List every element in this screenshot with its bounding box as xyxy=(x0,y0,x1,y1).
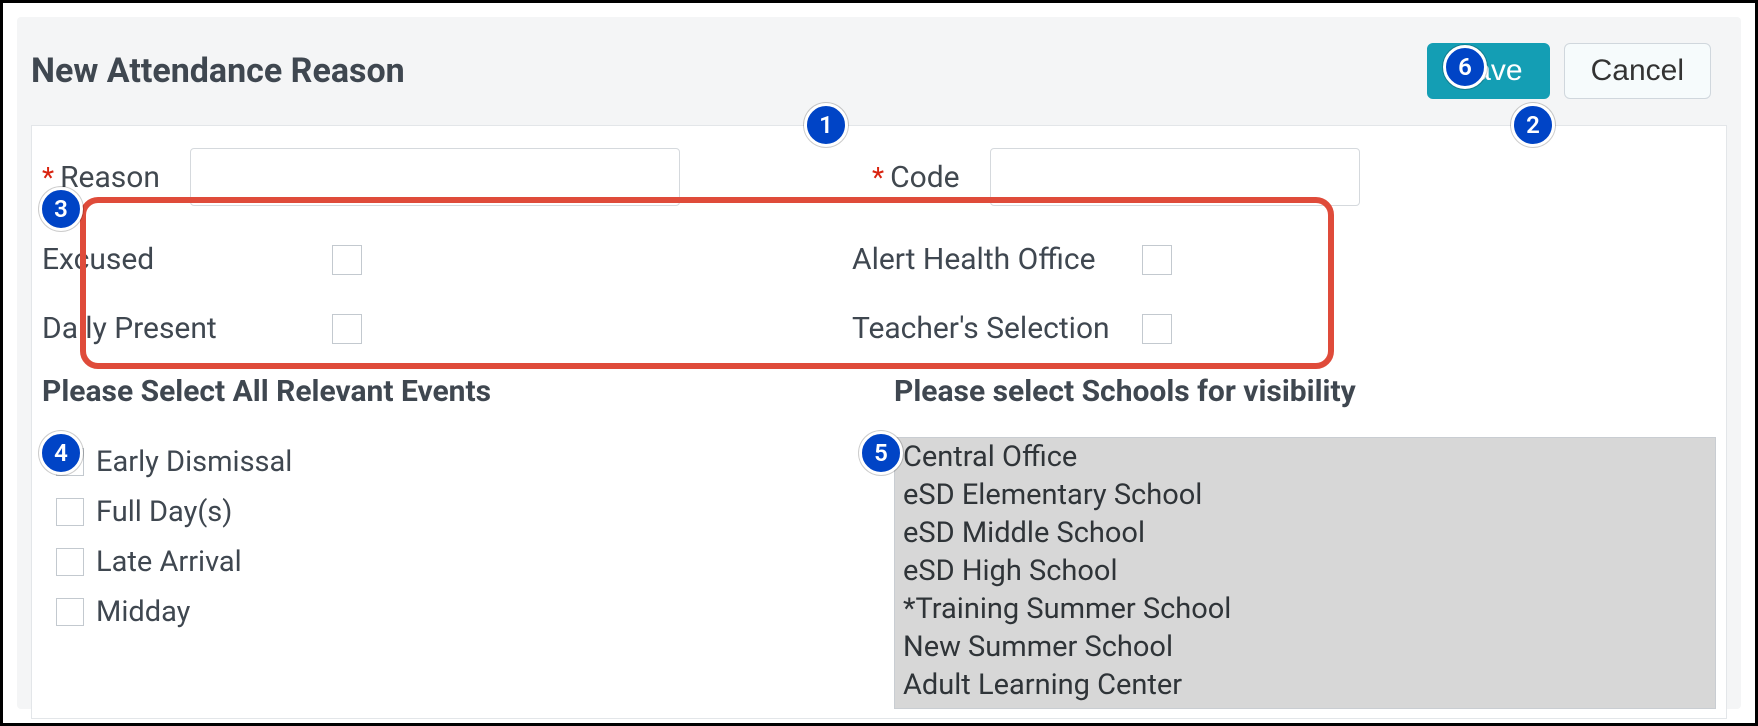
dialog-title: New Attendance Reason xyxy=(31,51,405,91)
excused-checkbox[interactable] xyxy=(332,245,362,275)
event-row: Early Dismissal xyxy=(56,437,864,487)
schools-section: Please select Schools for visibility Cen… xyxy=(894,374,1716,709)
reason-input[interactable] xyxy=(190,148,680,206)
school-item[interactable]: Adult Learning Center xyxy=(895,666,1715,704)
event-label: Early Dismissal xyxy=(96,445,292,479)
form-area: *Reason *Code Excused Alert Healt xyxy=(31,125,1727,719)
school-item[interactable]: Training Foundation xyxy=(895,704,1715,709)
school-item[interactable]: eSD Middle School xyxy=(895,514,1715,552)
school-item[interactable]: eSD High School xyxy=(895,552,1715,590)
schools-title: Please select Schools for visibility xyxy=(894,374,1716,409)
reason-label: *Reason xyxy=(42,160,160,195)
event-label: Full Day(s) xyxy=(96,495,232,529)
code-label: *Code xyxy=(872,160,960,195)
code-input[interactable] xyxy=(990,148,1360,206)
top-fields-row: *Reason *Code xyxy=(42,148,1716,224)
event-checkbox-midday[interactable] xyxy=(56,598,84,626)
save-button[interactable]: Save xyxy=(1427,43,1549,99)
alert-health-row: Alert Health Office xyxy=(852,242,1322,277)
alert-health-checkbox[interactable] xyxy=(1142,245,1172,275)
teachers-selection-label: Teacher's Selection xyxy=(852,311,1142,346)
excused-label: Excused xyxy=(42,242,332,277)
event-checkbox-full-day[interactable] xyxy=(56,498,84,526)
events-title: Please Select All Relevant Events xyxy=(42,374,864,409)
event-label: Late Arrival xyxy=(96,545,242,579)
alert-health-label: Alert Health Office xyxy=(852,242,1142,277)
cancel-button[interactable]: Cancel xyxy=(1564,43,1711,99)
school-item[interactable]: New Summer School xyxy=(895,628,1715,666)
attribute-checkbox-grid: Excused Alert Health Office Daily Presen… xyxy=(42,224,1716,368)
code-field-group: *Code xyxy=(872,148,1512,206)
reason-label-text: Reason xyxy=(60,160,160,195)
event-row: Late Arrival xyxy=(56,537,864,587)
schools-listbox[interactable]: Central Office eSD Elementary School eSD… xyxy=(894,437,1716,709)
daily-present-checkbox[interactable] xyxy=(332,314,362,344)
required-asterisk: * xyxy=(42,161,54,194)
dialog-header: New Attendance Reason Save Cancel xyxy=(17,17,1741,125)
code-label-text: Code xyxy=(890,160,959,195)
app-frame: New Attendance Reason Save Cancel *Reaso… xyxy=(0,0,1758,726)
school-item[interactable]: *Training Summer School xyxy=(895,590,1715,628)
lower-columns: Please Select All Relevant Events Early … xyxy=(42,368,1716,709)
events-section: Please Select All Relevant Events Early … xyxy=(42,374,864,709)
event-row: Full Day(s) xyxy=(56,487,864,537)
events-list: Early Dismissal Full Day(s) Late Arrival xyxy=(42,437,864,637)
required-asterisk: * xyxy=(872,161,884,194)
school-item[interactable]: eSD Elementary School xyxy=(895,476,1715,514)
teachers-selection-checkbox[interactable] xyxy=(1142,314,1172,344)
event-checkbox-late-arrival[interactable] xyxy=(56,548,84,576)
event-label: Midday xyxy=(96,595,190,629)
daily-present-row: Daily Present xyxy=(42,311,852,346)
excused-row: Excused xyxy=(42,242,852,277)
dialog-panel: New Attendance Reason Save Cancel *Reaso… xyxy=(17,17,1741,709)
event-row: Midday xyxy=(56,587,864,637)
daily-present-label: Daily Present xyxy=(42,311,332,346)
dialog-actions: Save Cancel xyxy=(1427,43,1711,99)
event-checkbox-early-dismissal[interactable] xyxy=(56,448,84,476)
teachers-selection-row: Teacher's Selection xyxy=(852,311,1322,346)
reason-field-group: *Reason xyxy=(42,148,832,206)
school-item[interactable]: Central Office xyxy=(895,438,1715,476)
